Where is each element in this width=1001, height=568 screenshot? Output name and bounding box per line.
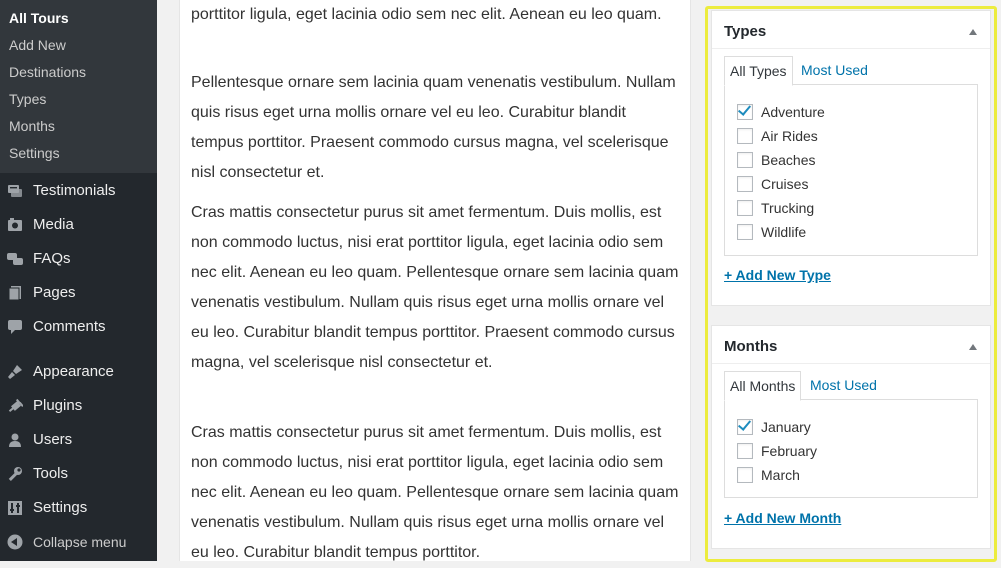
users-icon: [9, 433, 21, 447]
post-content-area[interactable]: porttitor ligula, eget lacinia odio sem …: [179, 0, 691, 561]
menu-label: Pages: [33, 284, 76, 301]
faqs-icon: [7, 253, 23, 265]
submenu-destinations[interactable]: Destinations: [9, 63, 86, 81]
content-paragraph: porttitor ligula, eget lacinia odio sem …: [191, 6, 662, 23]
tab-all-months[interactable]: All Months: [724, 371, 802, 401]
menu-label: FAQs: [33, 250, 71, 267]
menu-label: Users: [33, 431, 73, 448]
menu-label: Plugins: [33, 397, 83, 414]
submenu-settings[interactable]: Settings: [9, 144, 60, 162]
submenu-all-tours[interactable]: All Tours: [9, 9, 69, 27]
testimonial-icon: [8, 185, 22, 197]
menu-label: Settings: [33, 499, 88, 516]
tours-submenu: All Tours Add New Destinations Types Mon…: [0, 0, 157, 173]
menu-label: Media: [33, 216, 74, 233]
pages-icon: [8, 286, 21, 301]
tab-all-types[interactable]: All Types: [724, 56, 793, 86]
content-paragraph: Cras mattis consectetur purus sit amet f…: [191, 204, 679, 371]
collapse-menu-label: Collapse menu: [33, 534, 127, 550]
content-paragraph: Cras mattis consectetur purus sit amet f…: [191, 424, 679, 561]
menu-faqs[interactable]: FAQs: [0, 244, 157, 274]
menu-testimonials[interactable]: Testimonials: [0, 176, 157, 206]
menu-label: Testimonials: [33, 182, 116, 199]
menu-appearance[interactable]: Appearance: [0, 357, 157, 387]
submenu-months[interactable]: Months: [9, 117, 55, 135]
menu-plugins[interactable]: Plugins: [0, 391, 157, 421]
menu-label: Appearance: [33, 363, 114, 380]
comments-icon: [8, 320, 22, 334]
submenu-add-new[interactable]: Add New: [9, 36, 66, 54]
menu-media[interactable]: Media: [0, 210, 157, 240]
appearance-icon: [8, 365, 22, 379]
menu-label: Comments: [33, 318, 106, 335]
tools-icon: [8, 467, 22, 481]
menu-comments[interactable]: Comments: [0, 312, 157, 342]
highlight-frame: [705, 6, 997, 562]
menu-users[interactable]: Users: [0, 425, 157, 455]
menu-label: Tools: [33, 465, 69, 482]
menu-settings[interactable]: Settings: [0, 493, 157, 523]
plugins-icon: [8, 398, 23, 413]
collapse-arrow-icon: [7, 534, 23, 550]
content-paragraph: Pellentesque ornare sem lacinia quam ven…: [191, 74, 676, 181]
menu-pages[interactable]: Pages: [0, 278, 157, 308]
collapse-menu-button[interactable]: Collapse menu: [0, 527, 157, 557]
menu-tools[interactable]: Tools: [0, 459, 157, 489]
settings-icon: [8, 501, 22, 515]
media-icon: [8, 218, 22, 231]
admin-sidebar: All Tours Add New Destinations Types Mon…: [0, 0, 157, 561]
submenu-types[interactable]: Types: [9, 90, 46, 108]
